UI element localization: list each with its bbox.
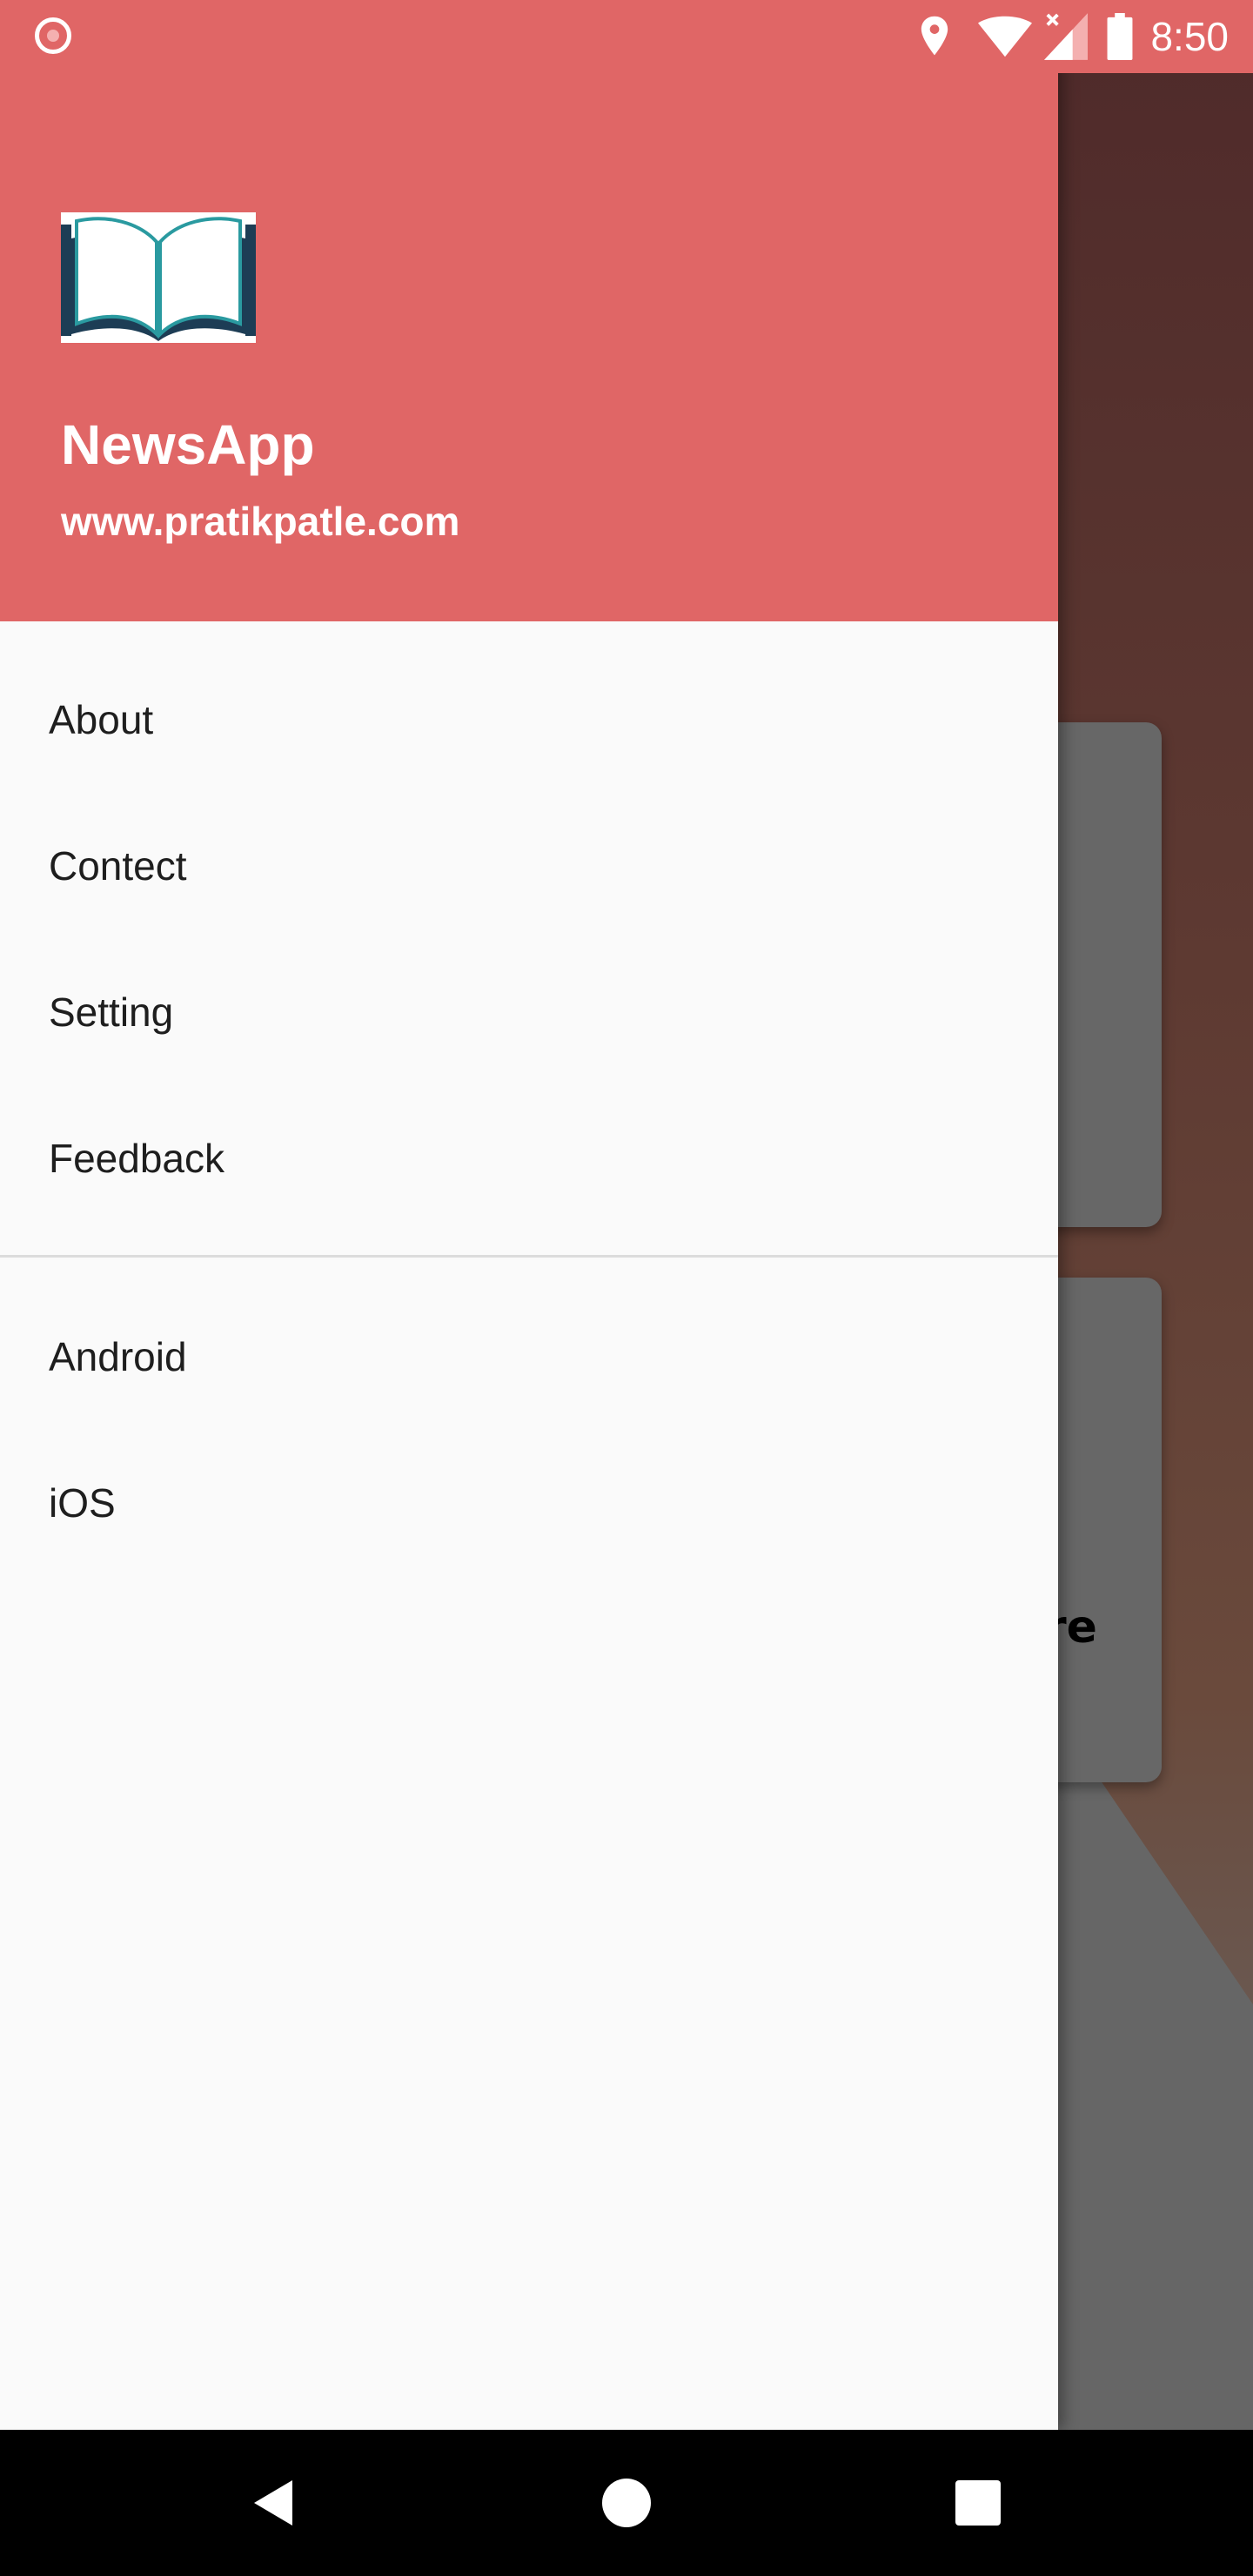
location-icon	[915, 15, 954, 58]
system-nav-bar	[0, 2430, 1253, 2576]
status-icons: 8:50	[915, 12, 1229, 61]
menu-divider	[0, 1255, 1058, 1258]
status-time: 8:50	[1150, 14, 1229, 59]
menu-item-about[interactable]: About	[49, 681, 1006, 759]
drawer-header: NewsApp www.pratikpatle.com	[0, 0, 1058, 621]
menu-item-feedback[interactable]: Feedback	[49, 1119, 1006, 1197]
menu-item-contect[interactable]: Contect	[49, 827, 1006, 905]
menu-item-ios[interactable]: iOS	[49, 1464, 1006, 1542]
signal-icon	[1044, 13, 1089, 60]
screen: re 8:50 NewsApp www.pratikpatle.com Abou…	[0, 0, 1253, 2576]
menu-item-setting[interactable]: Setting	[49, 973, 1006, 1051]
record-icon	[35, 17, 71, 54]
drawer-app-subtitle: www.pratikpatle.com	[61, 499, 460, 544]
drawer-app-title: NewsApp	[61, 413, 315, 476]
recents-icon[interactable]	[941, 2466, 1015, 2539]
back-icon[interactable]	[238, 2466, 312, 2539]
home-icon[interactable]	[590, 2466, 663, 2539]
battery-icon	[1107, 13, 1133, 60]
menu-item-android[interactable]: Android	[49, 1318, 1006, 1396]
wifi-icon	[978, 16, 1033, 57]
status-bar: 8:50	[0, 0, 1253, 73]
navigation-drawer: NewsApp www.pratikpatle.com About Contec…	[0, 0, 1058, 2430]
book-logo	[61, 212, 256, 343]
